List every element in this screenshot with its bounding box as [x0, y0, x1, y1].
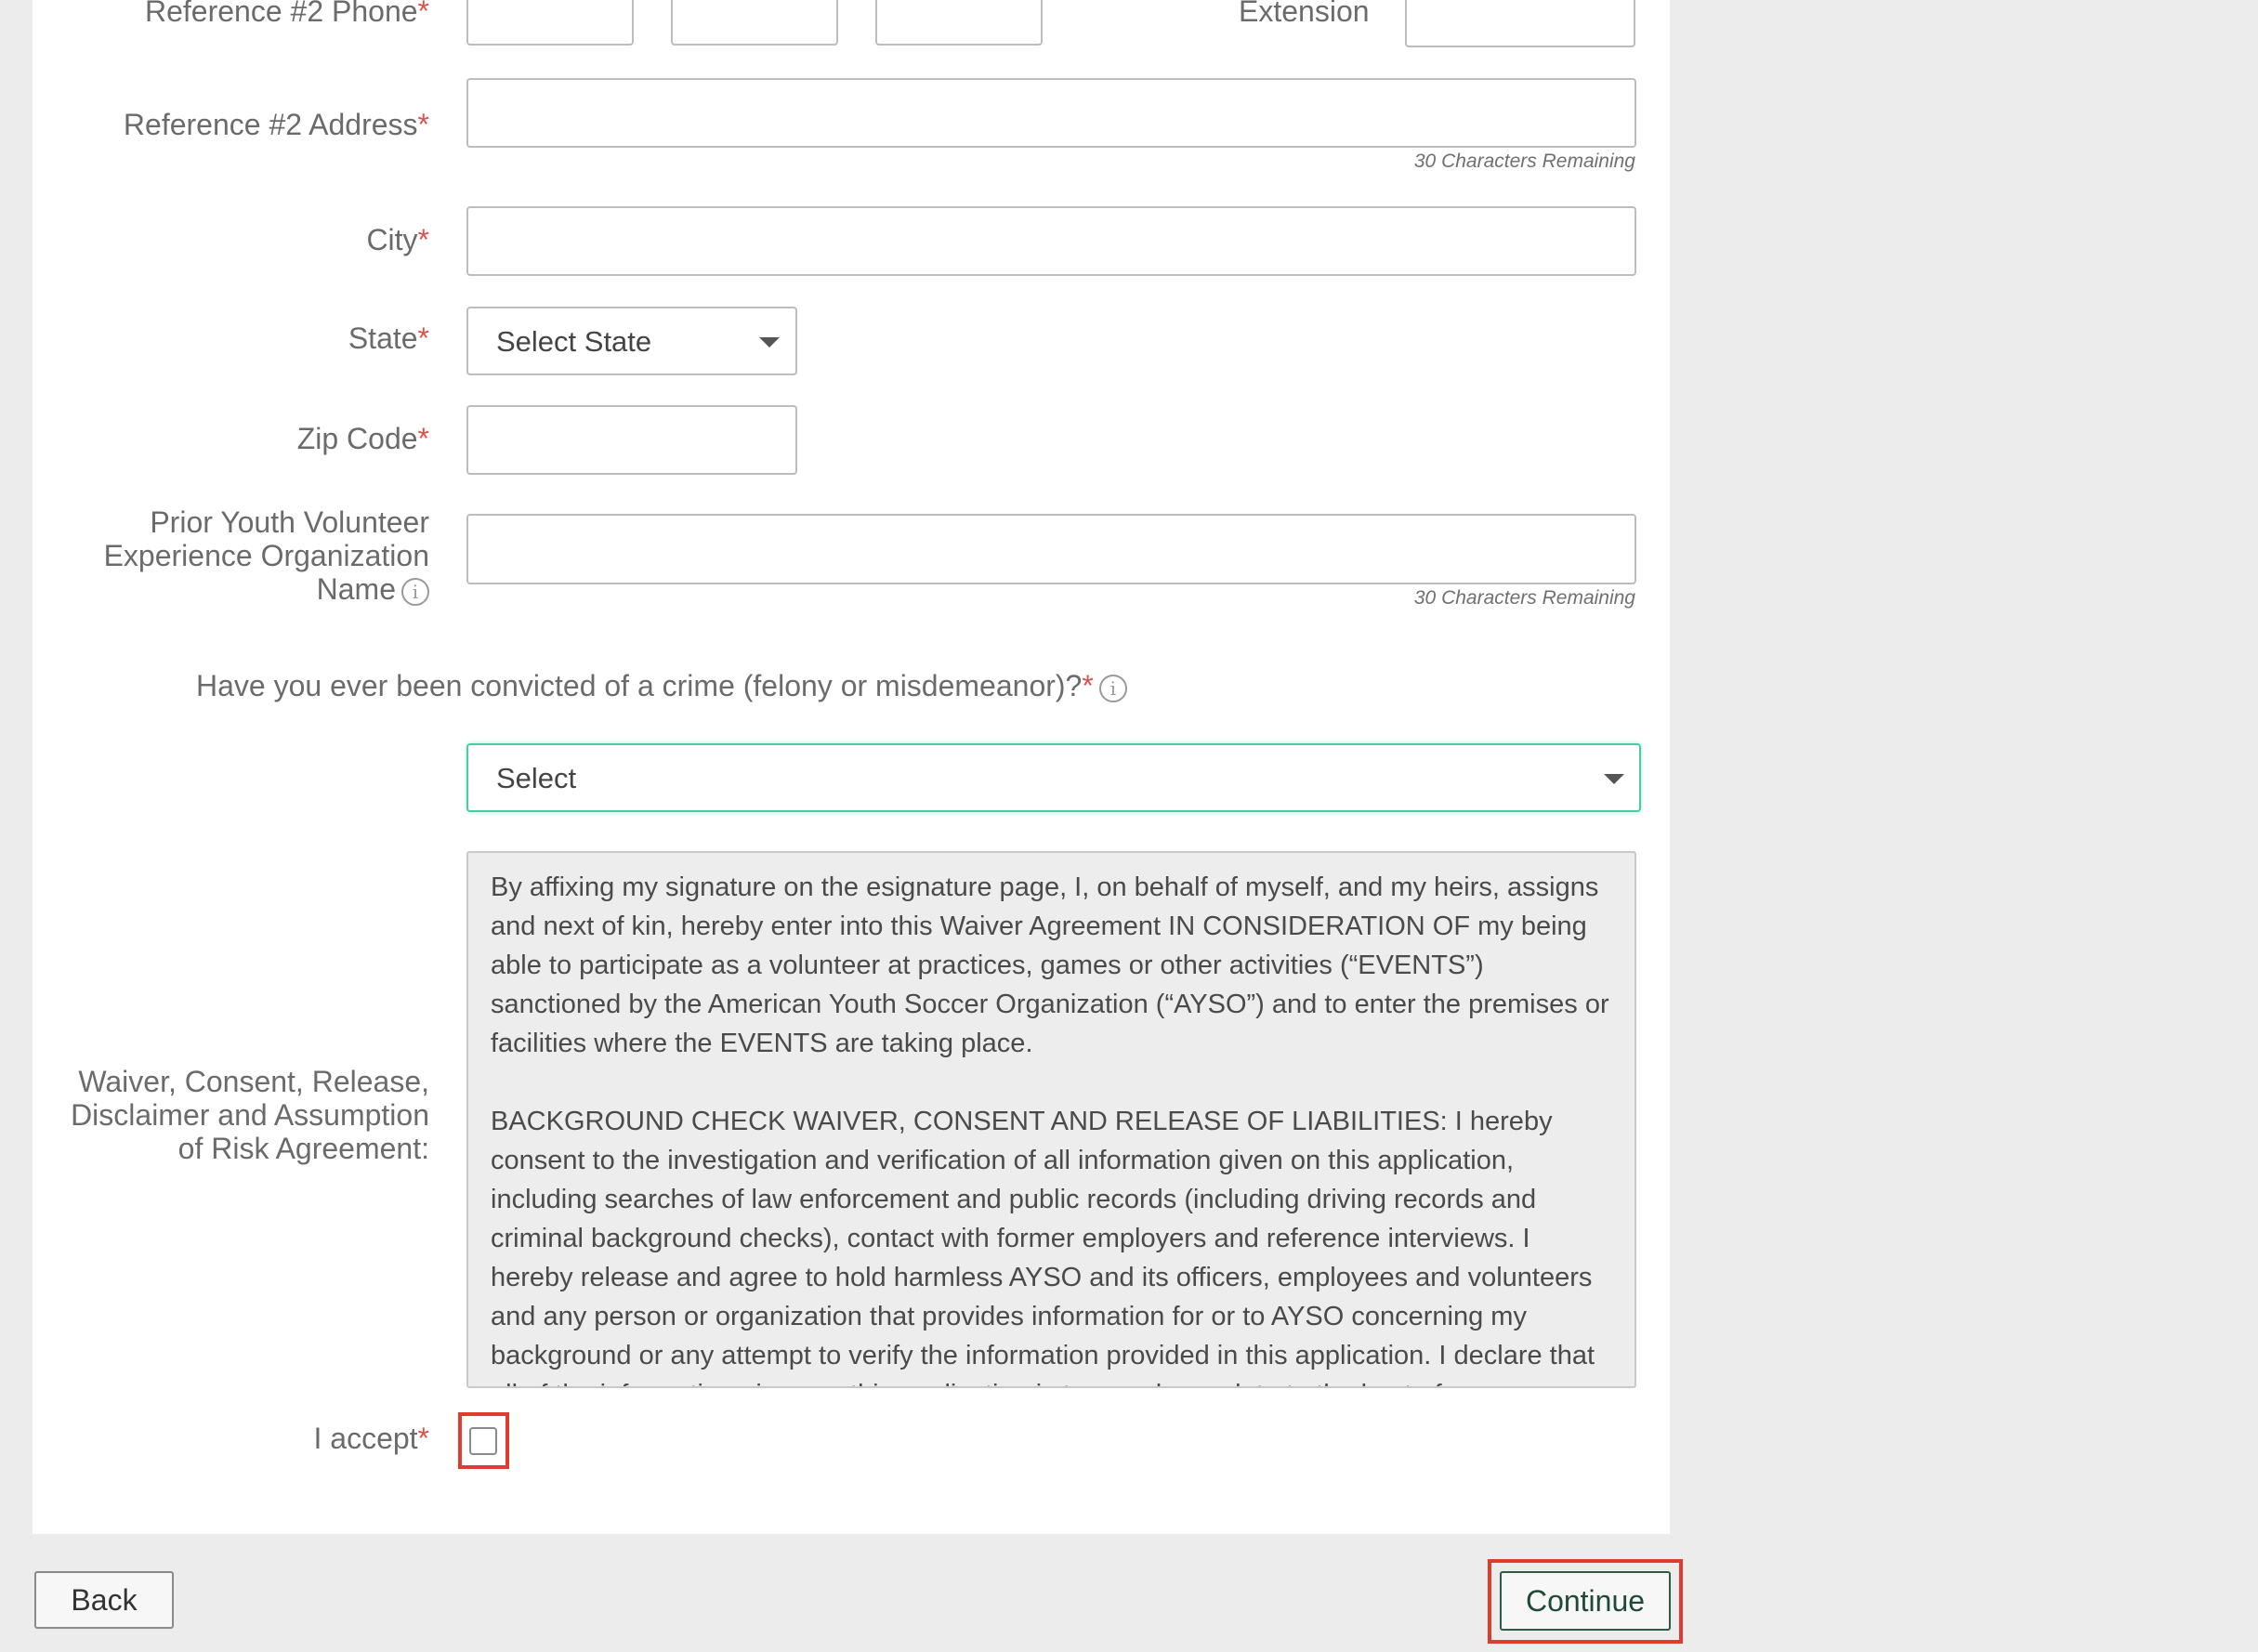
waiver-label-line1: Waiver, Consent, Release, [78, 1065, 429, 1098]
crime-conviction-select[interactable]: Select [466, 743, 1641, 812]
ref2-phone-prefix-input[interactable] [671, 0, 838, 46]
prior-experience-label-line2: Experience Organization [103, 539, 429, 572]
info-icon[interactable]: i [1098, 674, 1127, 702]
continue-button[interactable]: Continue [1500, 1571, 1671, 1631]
ref2-address-char-counter: 30 Characters Remaining [1413, 151, 1635, 172]
extension-label: Extension [1239, 0, 1370, 28]
info-icon[interactable]: i [401, 577, 429, 606]
ref2-phone-line-input[interactable] [875, 0, 1043, 46]
ref2-phone-label: Reference #2 Phone* [145, 0, 429, 28]
accept-label: I accept* [313, 1422, 429, 1455]
zip-code-label: Zip Code* [296, 422, 429, 455]
state-select-value: Select State [496, 325, 652, 358]
chevron-down-icon [759, 337, 780, 347]
accept-checkbox[interactable] [469, 1427, 497, 1455]
ref2-address-label: Reference #2 Address* [123, 108, 429, 141]
prior-experience-label-line1: Prior Youth Volunteer [150, 505, 429, 539]
city-label: City* [366, 223, 429, 256]
chevron-down-icon [1604, 774, 1624, 784]
waiver-label-line3: of Risk Agreement: [177, 1132, 429, 1165]
waiver-label-line2: Disclaimer and Assumption [71, 1098, 429, 1132]
state-label: State* [348, 321, 429, 355]
waiver-text-box[interactable]: By affixing my signature on the esignatu… [466, 851, 1636, 1388]
zip-code-input[interactable] [466, 405, 797, 475]
waiver-paragraph: By affixing my signature on the esignatu… [491, 872, 1609, 1058]
crime-select-value: Select [496, 762, 577, 794]
prior-experience-label-line3: Name i [317, 572, 429, 606]
prior-experience-char-counter: 30 Characters Remaining [1413, 587, 1635, 609]
state-select[interactable]: Select State [466, 307, 797, 375]
crime-question-label: Have you ever been convicted of a crime … [196, 669, 1127, 703]
ref2-phone-extension-input[interactable] [1405, 0, 1635, 47]
ref2-address-input[interactable] [466, 78, 1636, 148]
waiver-paragraph: BACKGROUND CHECK WAIVER, CONSENT AND REL… [491, 1107, 1595, 1386]
back-button[interactable]: Back [34, 1571, 174, 1629]
city-input[interactable] [466, 206, 1636, 276]
prior-experience-org-input[interactable] [466, 514, 1636, 584]
ref2-phone-area-code-input[interactable] [466, 0, 634, 46]
